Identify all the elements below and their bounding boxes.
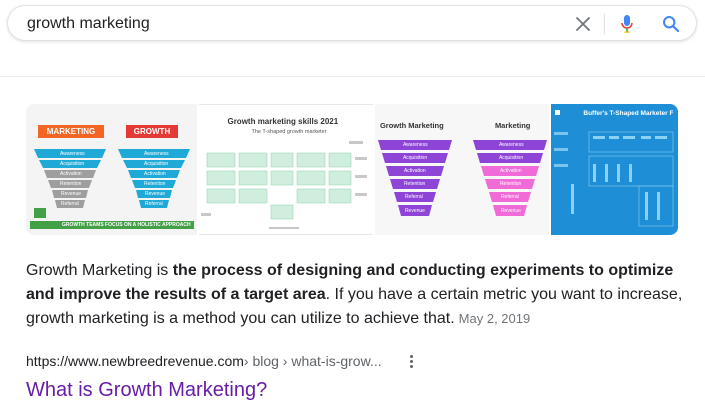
funnel-right-2: Acquisition (144, 161, 169, 167)
funnel-left-5: Revenue (61, 191, 82, 197)
stage-right-5: Referral (500, 194, 519, 200)
stage-right-4: Retention (499, 181, 522, 187)
close-icon (576, 17, 590, 31)
image-thumbnail-funnel-compare[interactable]: Growth Marketing Marketing Awareness Acq… (374, 104, 550, 235)
funnel-left-2: Acquisition (60, 161, 85, 167)
stage-right-1: Awareness (498, 142, 524, 148)
snippet-intro: Growth Marketing is (26, 262, 173, 279)
search-input[interactable] (27, 14, 547, 34)
search-icon (663, 16, 680, 33)
featured-snippet: Growth Marketing is the process of desig… (26, 259, 686, 331)
result-domain: https://www.newbreedrevenue.com (26, 353, 244, 369)
stage-right-3: Activation (499, 168, 522, 174)
funnel-right-3: Activation (144, 171, 166, 177)
search-bar-divider (604, 14, 605, 34)
stage-left-5: Referral (404, 194, 423, 200)
buffer-graphic (554, 110, 674, 227)
funnel-right-1: Awareness (144, 151, 169, 157)
microphone-icon (621, 15, 633, 33)
clear-search-button[interactable] (572, 13, 594, 35)
more-options-icon[interactable] (405, 353, 417, 369)
funnel-right-5: Revenue (145, 191, 166, 197)
stage-left-2: Acquisition (402, 155, 428, 161)
header-divider (0, 76, 705, 77)
funnel-left-3: Activation (60, 171, 82, 177)
image-thumbnail-funnels[interactable]: MARKETING GROWTH Awareness Acquisition A… (26, 104, 198, 235)
snippet-date: May 2, 2019 (458, 311, 531, 326)
image-strip: MARKETING GROWTH Awareness Acquisition A… (26, 104, 678, 235)
result-title-link[interactable]: What is Growth Marketing? (26, 377, 267, 403)
search-bar (7, 5, 697, 41)
result-path: › blog › what-is-grow... (243, 353, 382, 369)
funnel-left-4: Retention (60, 181, 82, 187)
funnel-right-6: Referral (145, 201, 163, 207)
funnel-left-1: Awareness (60, 151, 85, 157)
funnel-left-6: Referral (61, 201, 79, 207)
voice-search-button[interactable] (616, 13, 638, 35)
image-thumbnail-skills[interactable]: Growth marketing skills 2021 The T-shape… (199, 104, 373, 235)
stage-left-1: Awareness (402, 142, 428, 148)
stage-right-2: Acquisition (498, 155, 524, 161)
stage-left-4: Retention (403, 181, 426, 187)
funnel-footer: GROWTH TEAMS FOCUS ON A HOLISTIC APPROAC… (62, 222, 191, 228)
skills-grid-graphic (201, 141, 368, 229)
funnel-compare-graphic (377, 140, 547, 216)
stage-left-6: Revenue (404, 208, 425, 214)
image-thumbnail-buffer[interactable]: Buffer's T-Shaped Marketer F (551, 104, 678, 235)
funnel-graphic (30, 149, 194, 229)
result-breadcrumb[interactable]: https://www.newbreedrevenue.com › blog ›… (26, 352, 382, 370)
stage-right-6: Revenue (500, 208, 521, 214)
funnel-right-4: Retention (144, 181, 166, 187)
stage-left-3: Activation (403, 168, 426, 174)
search-button[interactable] (660, 13, 682, 35)
